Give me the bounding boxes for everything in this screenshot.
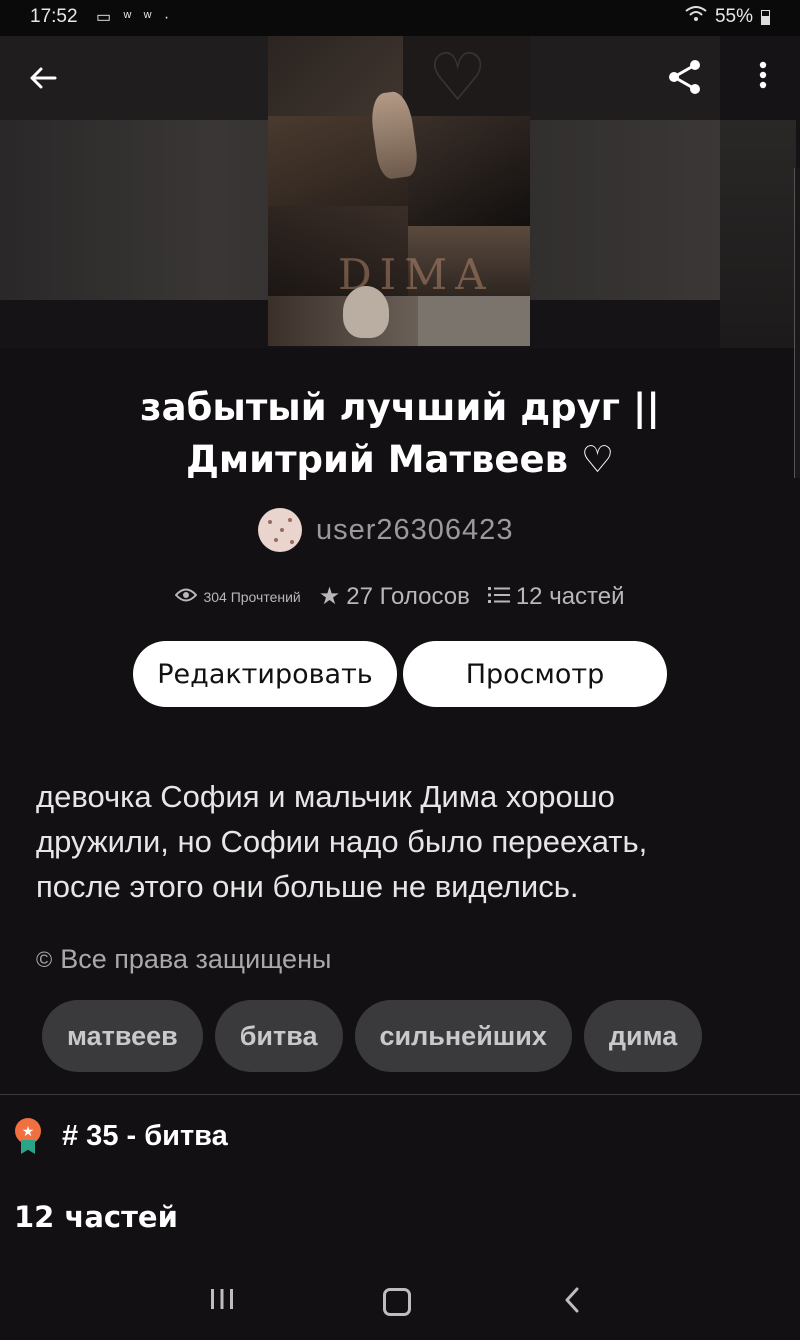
more-options-button[interactable] [740,56,786,102]
story-title: забытый лучший друг || Дмитрий Матвеев ♡ [140,386,660,481]
list-icon [487,583,510,611]
avatar [258,508,302,552]
arrow-left-icon [29,61,57,98]
parts-stat: 12 частей [487,582,625,611]
recent-apps-icon [209,1287,235,1318]
tag-chip[interactable]: матвеев [42,1000,203,1072]
home-icon [383,1288,411,1316]
recent-apps-button[interactable] [192,1280,252,1324]
author-link[interactable]: user26306423 [258,508,513,552]
heart-icon: ♡ [428,40,488,114]
copyright-text: Все права защищены [60,944,332,974]
section-divider [0,1094,800,1095]
view-button[interactable]: Просмотр [403,641,667,707]
battery-percent: 55% [714,6,753,27]
star-icon: ★ [318,583,341,610]
tag-chip[interactable]: сильнейших [354,1000,572,1072]
cover-collage-tile [408,116,530,226]
cover-text: DIMA [338,250,494,299]
share-icon [666,58,704,101]
author-name: user26306423 [316,513,514,546]
scroll-indicator [794,168,800,478]
status-bar: 17:52 ▭ ʷ ʷ · 55% [0,0,800,36]
status-time: 17:52 [30,6,78,27]
story-stats: 304 Прочтений ★ 27 Голосов 12 частей [0,582,800,611]
votes-count: 27 Голосов [346,582,470,610]
parts-count: 12 частей [515,582,625,610]
home-button[interactable] [367,1280,427,1324]
eye-icon [175,588,198,605]
back-button[interactable] [20,56,66,102]
tag-chip[interactable]: битва [214,1000,343,1072]
system-navigation-bar [0,1262,800,1340]
story-description: девочка София и мальчик Дима хорошо друж… [36,779,648,904]
story-cover-image: ♡ DIMA [268,36,530,346]
medal-ribbon-icon [21,1140,35,1154]
more-vertical-icon [759,61,767,97]
cover-collage-tile [418,296,530,346]
votes-stat: ★ 27 Голосов [319,582,470,611]
parts-heading: 12 частей [14,1200,178,1234]
notification-icons: ▭ ʷ ʷ · [96,9,174,26]
tag-list: матвеев битва сильнейших дима [42,1000,703,1072]
wifi-icon [685,6,707,28]
status-right: 55% [685,6,770,28]
reads-count: 304 Прочтений [203,588,301,605]
edit-button[interactable]: Редактировать [133,641,397,707]
copyright-icon: © [36,946,53,972]
share-button[interactable] [662,56,708,102]
ranking-label: # 35 - битва [62,1119,228,1152]
ranking-row[interactable]: ★ # 35 - битва [14,1118,228,1154]
system-back-button[interactable] [542,1280,602,1324]
copyright-notice: © Все права защищены [36,944,331,975]
reads-stat: 304 Прочтений [175,588,301,605]
tag-chip[interactable]: дима [583,1000,703,1072]
hero-background-strip [720,120,796,348]
medal-icon: ★ [14,1118,44,1154]
chevron-left-icon [564,1283,580,1322]
battery-icon [761,9,770,25]
